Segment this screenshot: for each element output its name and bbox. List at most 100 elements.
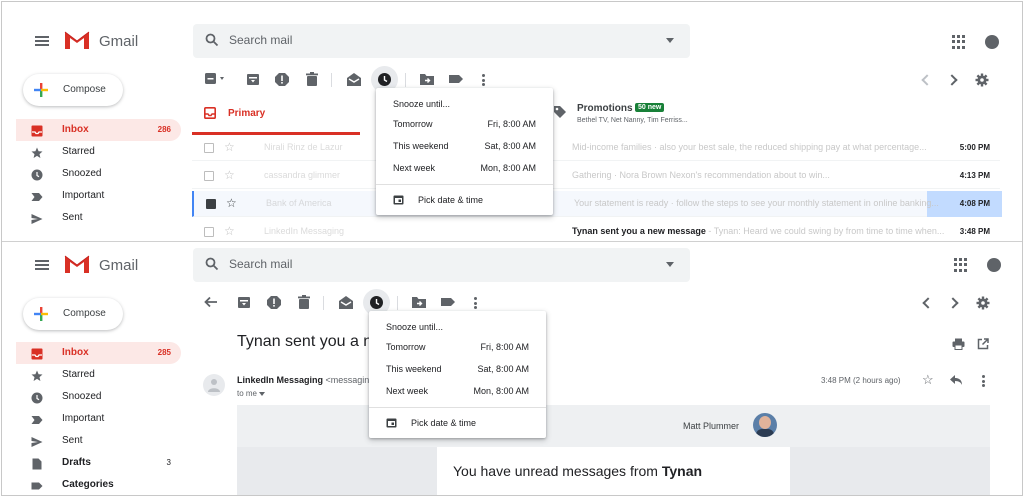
message-more-icon[interactable] [982,375,985,387]
snooze-option-next-week[interactable]: Next week Mon, 8:00 AM [376,158,553,180]
table-row[interactable]: ☆ LinkedIn Messaging Tynan sent you a new … [192,219,1000,241]
star-icon[interactable]: ☆ [224,224,235,238]
tab-primary-label: Primary [228,108,266,119]
label-icon[interactable] [448,71,464,87]
sidebar-item-inbox[interactable]: Inbox 285 [16,342,181,364]
open-new-window-icon[interactable] [977,338,989,350]
email-subject: Tynan sent you a ne [237,333,382,350]
unread-count: 3 [166,458,171,467]
compose-button[interactable]: Compose [23,298,123,330]
mark-unread-icon[interactable] [338,294,354,310]
sidebar-item-label: Categories [62,479,114,490]
archive-icon[interactable] [245,71,261,87]
older-page-icon[interactable] [946,74,958,86]
label-icon[interactable] [440,294,456,310]
star-icon [31,146,43,158]
row-checkbox[interactable] [204,227,214,237]
search-options-icon[interactable] [666,38,674,43]
star-icon[interactable]: ☆ [226,196,237,210]
tab-primary[interactable]: Primary [192,95,360,135]
snooze-option-time: Fri, 8:00 AM [480,342,529,352]
select-all-checkbox[interactable] [204,72,226,91]
back-arrow-icon[interactable] [204,295,218,309]
print-icon[interactable] [952,338,965,350]
snooze-menu: Snooze until... Tomorrow Fri, 8:00 AM Thi… [369,311,546,438]
reply-icon[interactable] [949,374,963,386]
pick-date-time-option[interactable]: Pick date & time [376,185,553,215]
main-menu-icon[interactable] [35,36,49,46]
snooze-menu-header: Snooze until... [386,322,444,332]
report-spam-icon[interactable] [266,294,282,310]
main-menu-icon[interactable] [35,260,49,270]
recipients-toggle[interactable]: to me [237,389,266,398]
sidebar-item-important[interactable]: Important [16,408,181,430]
search-bar[interactable]: Search mail [193,248,690,282]
calendar-icon [393,195,404,205]
sidebar-item-categories[interactable]: Categories [16,474,181,495]
table-row[interactable]: ☆ Bank of America Your statement is ready … [192,191,1002,217]
account-avatar[interactable] [987,258,1001,272]
settings-gear-icon[interactable] [975,73,989,87]
star-icon[interactable]: ☆ [224,140,235,154]
compose-button[interactable]: Compose [23,74,123,106]
apps-grid-icon[interactable] [952,35,966,49]
apps-grid-icon[interactable] [954,258,968,272]
star-icon[interactable]: ☆ [224,168,235,182]
draft-icon [31,457,43,470]
snooze-option-this-weekend[interactable]: This weekend Sat, 8:00 AM [376,136,553,158]
table-row[interactable]: ☆ cassandra glimmer Gathering · Nora Brown… [192,163,1000,189]
row-time: 5:00 PM [959,143,990,152]
snooze-option-tomorrow[interactable]: Tomorrow Fri, 8:00 AM [369,337,546,359]
row-snippet: Gathering · Nora Brown Nexon's recommend… [572,170,830,180]
sidebar-item-label: Inbox [62,124,89,135]
snooze-option-time: Sat, 8:00 AM [477,364,529,374]
sidebar-item-drafts[interactable]: Drafts 3 [16,452,181,474]
tab-promotions[interactable]: Promotions 50 new Bethel TV, Net Nanny, … [553,102,753,130]
row-checkbox[interactable] [204,171,214,181]
sidebar-item-sent[interactable]: Sent [16,207,181,229]
important-icon [31,190,43,202]
table-row[interactable]: ☆ Nirali Rinz de Lazur Mid-income families… [192,135,1000,161]
sidebar-item-starred[interactable]: Starred [16,141,181,163]
snooze-option-tomorrow[interactable]: Tomorrow Fri, 8:00 AM [376,114,553,136]
sender-address: <messagin [325,375,370,385]
snooze-menu-header: Snooze until... [393,99,451,109]
report-spam-icon[interactable] [274,71,290,87]
search-options-icon[interactable] [666,262,674,267]
search-icon[interactable] [205,257,219,271]
row-checkbox[interactable] [204,143,214,153]
pick-date-time-option[interactable]: Pick date & time [369,408,546,438]
email-body: Matt Plummer You have unread messages fr… [237,405,990,495]
compose-label: Compose [63,84,106,95]
delete-icon[interactable] [304,71,320,87]
more-options-icon[interactable] [474,297,477,309]
move-to-icon[interactable] [419,71,435,87]
row-snippet-text: Gathering · Nora Brown Nexon's recommend… [572,170,830,180]
snooze-option-this-weekend[interactable]: This weekend Sat, 8:00 AM [369,359,546,381]
move-to-icon[interactable] [411,294,427,310]
sidebar-item-important[interactable]: Important [16,185,181,207]
newer-page-icon[interactable] [921,74,933,86]
account-avatar[interactable] [985,35,999,49]
star-icon[interactable]: ☆ [922,372,934,388]
screenshot-frame: Gmail Search mail Compose Inbox 286 Starre… [1,1,1023,496]
sidebar-item-starred[interactable]: Starred [16,364,181,386]
older-message-icon[interactable] [947,297,959,309]
search-bar[interactable]: Search mail [193,24,690,58]
row-checkbox[interactable] [206,199,216,209]
sidebar-item-sent[interactable]: Sent [16,430,181,452]
snooze-option-label: This weekend [393,141,449,151]
sidebar-item-snoozed[interactable]: Snoozed [16,163,181,185]
row-snippet-text: - Tynan: Heard we could swing by from ti… [705,226,945,236]
search-icon[interactable] [205,33,219,47]
archive-icon[interactable] [236,294,252,310]
sidebar-item-inbox[interactable]: Inbox 286 [16,119,181,141]
mark-read-icon[interactable] [346,71,362,87]
promotions-senders: Bethel TV, Net Nanny, Tim Ferriss... [577,117,688,124]
delete-icon[interactable] [296,294,312,310]
newer-message-icon[interactable] [922,297,934,309]
snooze-option-next-week[interactable]: Next week Mon, 8:00 AM [369,381,546,403]
sidebar-item-snoozed[interactable]: Snoozed [16,386,181,408]
settings-gear-icon[interactable] [976,296,990,310]
more-options-icon[interactable] [482,74,485,86]
